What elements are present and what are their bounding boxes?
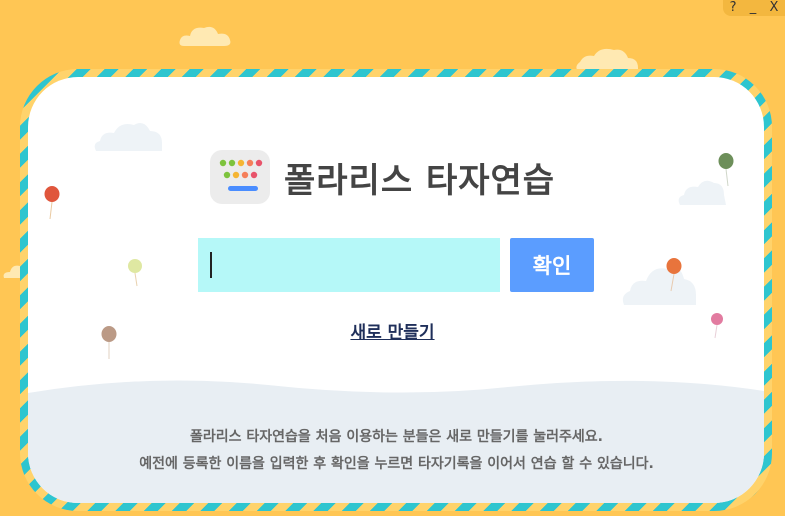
- close-button[interactable]: X: [769, 0, 778, 16]
- balloon-decoration: [44, 186, 60, 220]
- keyboard-icon: [210, 150, 270, 204]
- info-line-1: 폴라리스 타자연습을 처음 이용하는 분들은 새로 만들기를 눌러주세요.: [190, 429, 603, 445]
- name-input[interactable]: [198, 238, 500, 292]
- cloud-decoration: [622, 267, 696, 305]
- window-controls: ? _ X: [723, 0, 785, 16]
- text-caret: [210, 252, 212, 278]
- app-title: 폴라리스 타자연습: [284, 160, 556, 201]
- balloon-decoration: [128, 259, 142, 287]
- minimize-button[interactable]: _: [750, 0, 757, 16]
- info-line-2: 예전에 등록한 이름을 입력한 후 확인을 누르면 타자기록을 이어서 연습 할…: [139, 456, 654, 472]
- balloon-decoration: [718, 153, 734, 187]
- cloud-decoration: [94, 123, 162, 151]
- balloon-decoration: [666, 258, 682, 292]
- cloud-decoration: [179, 26, 231, 46]
- app-header: 폴라리스 타자연습: [210, 150, 555, 204]
- confirm-button[interactable]: 확인: [510, 238, 594, 292]
- help-button[interactable]: ?: [730, 0, 737, 16]
- new-profile-link[interactable]: 새로 만들기: [350, 323, 434, 343]
- new-profile-container: 새로 만들기: [0, 318, 785, 343]
